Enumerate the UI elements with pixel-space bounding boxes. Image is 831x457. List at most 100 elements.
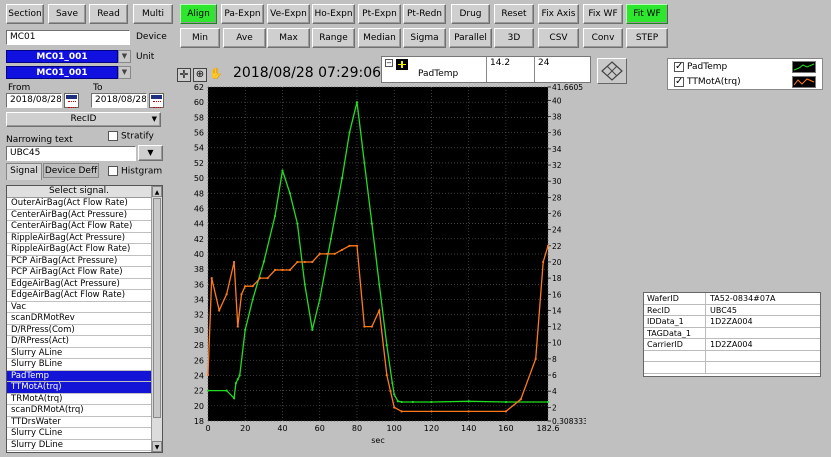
crosshair-icon[interactable]: ✛ (177, 68, 191, 82)
signal-list-item[interactable]: PCP AirBag(Act Flow Rate) (7, 267, 151, 279)
signal-list-item[interactable]: CenterAirBag(Act Flow Rate) (7, 221, 151, 233)
left-tick-label: 46 (194, 204, 204, 213)
scroll-thumb[interactable] (153, 198, 161, 418)
toolbar-button-read[interactable]: Read (89, 4, 128, 24)
tab-device-deff[interactable]: Device Deff (43, 163, 99, 178)
toolbar-button-ave[interactable]: Ave (223, 28, 266, 48)
signal-list-item[interactable]: EdgeAirBag(Act Pressure) (7, 279, 151, 290)
legend-ttmota-check-icon[interactable] (674, 75, 684, 89)
series-point (370, 325, 373, 328)
toolbar-button-pt-redn[interactable]: Pt-Redn (403, 4, 446, 24)
info-row: CarrierID 1D2ZA004 (644, 339, 820, 351)
toolbar-button-min[interactable]: Min (180, 28, 220, 48)
toolbar-button-median[interactable]: Median (358, 28, 401, 48)
series-point (430, 410, 433, 413)
toolbar-button-sigma[interactable]: Sigma (403, 28, 446, 48)
from-calendar-icon[interactable] (64, 93, 79, 108)
legend-ttmota-swatch (792, 76, 816, 88)
to-date-input[interactable]: 2018/08/28 (91, 93, 147, 108)
left-tick-label: 54 (194, 144, 204, 153)
series-point (251, 298, 254, 301)
cursor-swatch (396, 59, 408, 70)
device-label: Device (136, 32, 167, 42)
toolbar-button-multi[interactable]: Multi (133, 4, 173, 24)
legend-padtemp-label: PadTemp (687, 62, 728, 72)
stratify-checkbox[interactable]: Stratify (108, 131, 154, 142)
signal-list-item[interactable]: RippleAirBag(Act Flow Rate) (7, 244, 151, 256)
toolbar-button-parallel[interactable]: Parallel (449, 28, 492, 48)
recid-select[interactable]: RecID ▼ (6, 112, 161, 127)
toolbar-button-conv[interactable]: Conv (583, 28, 623, 48)
info-key: CarrierID (644, 339, 706, 350)
legend-item-padtemp[interactable]: PadTemp (674, 60, 727, 74)
toolbar-button-step[interactable]: STEP (626, 28, 668, 48)
signal-list-item[interactable]: D/RPress(Com) (7, 325, 151, 336)
toolbar-button-csv[interactable]: CSV (538, 28, 579, 48)
tab-signal[interactable]: Signal (6, 163, 42, 180)
left-tick-label: 24 (194, 371, 204, 380)
left-tick-label: 20 (194, 402, 204, 411)
signal-list-item[interactable]: Slurry ALine (7, 348, 151, 359)
narrowing-input[interactable]: UBC45 (6, 146, 136, 161)
series-point (400, 400, 403, 404)
legend-padtemp-check-icon[interactable] (674, 60, 684, 74)
toolbar-button-pt-expn[interactable]: Pt-Expn (358, 4, 401, 24)
scroll-up-icon[interactable]: ▲ (152, 186, 162, 197)
legend-item-ttmota[interactable]: TTMotA(trq) (674, 75, 741, 89)
signal-list-item[interactable]: TRMotA(trq) (7, 394, 151, 405)
left-tick-label: 48 (194, 189, 204, 198)
toolbar-button-fix-wf[interactable]: Fix WF (583, 4, 623, 24)
unit-select-1[interactable]: MC01_001 (6, 50, 118, 63)
signal-list-item[interactable]: CenterAirBag(Act Pressure) (7, 210, 151, 221)
signal-list-item[interactable]: scanDRMotRev (7, 313, 151, 325)
x-tick-label: 80 (352, 424, 362, 433)
signal-list-item[interactable]: RippleAirBag(Act Pressure) (7, 233, 151, 244)
pan-hand-icon[interactable]: ✋ (209, 68, 223, 82)
signal-list-item[interactable]: D/RPress(Act) (7, 336, 151, 348)
unit-dropdown-1-icon[interactable]: ▼ (118, 50, 131, 63)
unit-select-2[interactable]: MC01_001 (6, 66, 118, 79)
unit-dropdown-2-icon[interactable]: ▼ (118, 66, 131, 79)
toolbar-button-ho-expn[interactable]: Ho-Expn (312, 4, 355, 24)
toolbar-button-drug[interactable]: Drug (451, 4, 490, 24)
toolbar-button-reset[interactable]: Reset (494, 4, 534, 24)
x-tick-label: 120 (424, 424, 439, 433)
right-tick-label: 20 (552, 258, 562, 267)
narrowing-dropdown-icon[interactable]: ▼ (138, 145, 163, 161)
toolbar-button-range[interactable]: Range (312, 28, 355, 48)
toolbar-button-fix-axis[interactable]: Fix Axis (538, 4, 579, 24)
toolbar-button-align[interactable]: Align (180, 4, 217, 24)
signal-list-item[interactable]: scanDRMotA(trq) (7, 405, 151, 417)
toolbar-button-max[interactable]: Max (267, 28, 310, 48)
signal-list-item[interactable]: PadTemp (7, 370, 151, 382)
scroll-down-icon[interactable]: ▼ (152, 441, 162, 452)
signal-list-item[interactable]: Slurry CLine (7, 428, 151, 440)
toolbar-button-save[interactable]: Save (48, 4, 86, 24)
toolbar-button-section[interactable]: Section (6, 4, 44, 24)
signal-list-item[interactable]: PCP AirBag(Act Pressure) (7, 256, 151, 267)
toolbar-button-3d[interactable]: 3D (494, 28, 534, 48)
zoom-icon[interactable]: ⊕ (193, 68, 207, 82)
toolbar-button-ve-expn[interactable]: Ve-Expn (267, 4, 310, 24)
signal-list[interactable]: Select signal. OuterAirBag(Act Flow Rate… (6, 185, 163, 453)
right-tick-label: 22 (552, 242, 562, 251)
waveform-chart[interactable]: 1820222426283032343638404244464850525456… (170, 83, 586, 453)
toolbar-button-fit-wf[interactable]: Fit WF (626, 4, 668, 24)
device-input[interactable]: MC01 (6, 30, 130, 45)
navigate-diamond-icon[interactable] (597, 58, 627, 84)
signal-list-item[interactable]: Slurry DLine (7, 440, 151, 451)
left-tick-label: 50 (194, 174, 204, 183)
signal-list-item[interactable]: OuterAirBag(Act Flow Rate) (7, 198, 151, 210)
from-date-input[interactable]: 2018/08/28 (6, 93, 62, 108)
collapse-icon[interactable]: − (385, 59, 393, 67)
toolbar-button-pa-expn[interactable]: Pa-Expn (221, 4, 264, 24)
series-point (546, 244, 550, 247)
signal-list-scrollbar[interactable]: ▲ ▼ (151, 186, 162, 452)
to-calendar-icon[interactable] (149, 93, 164, 108)
signal-list-item[interactable]: Slurry BLine (7, 359, 151, 371)
histgram-checkbox[interactable]: Histgram (108, 166, 162, 177)
signal-list-item[interactable]: EdgeAirBag(Act Flow Rate) (7, 290, 151, 302)
signal-list-item[interactable]: TTDrsWater (7, 417, 151, 428)
signal-list-item[interactable]: Vac (7, 302, 151, 313)
signal-list-item[interactable]: TTMotA(trq) (7, 382, 151, 394)
